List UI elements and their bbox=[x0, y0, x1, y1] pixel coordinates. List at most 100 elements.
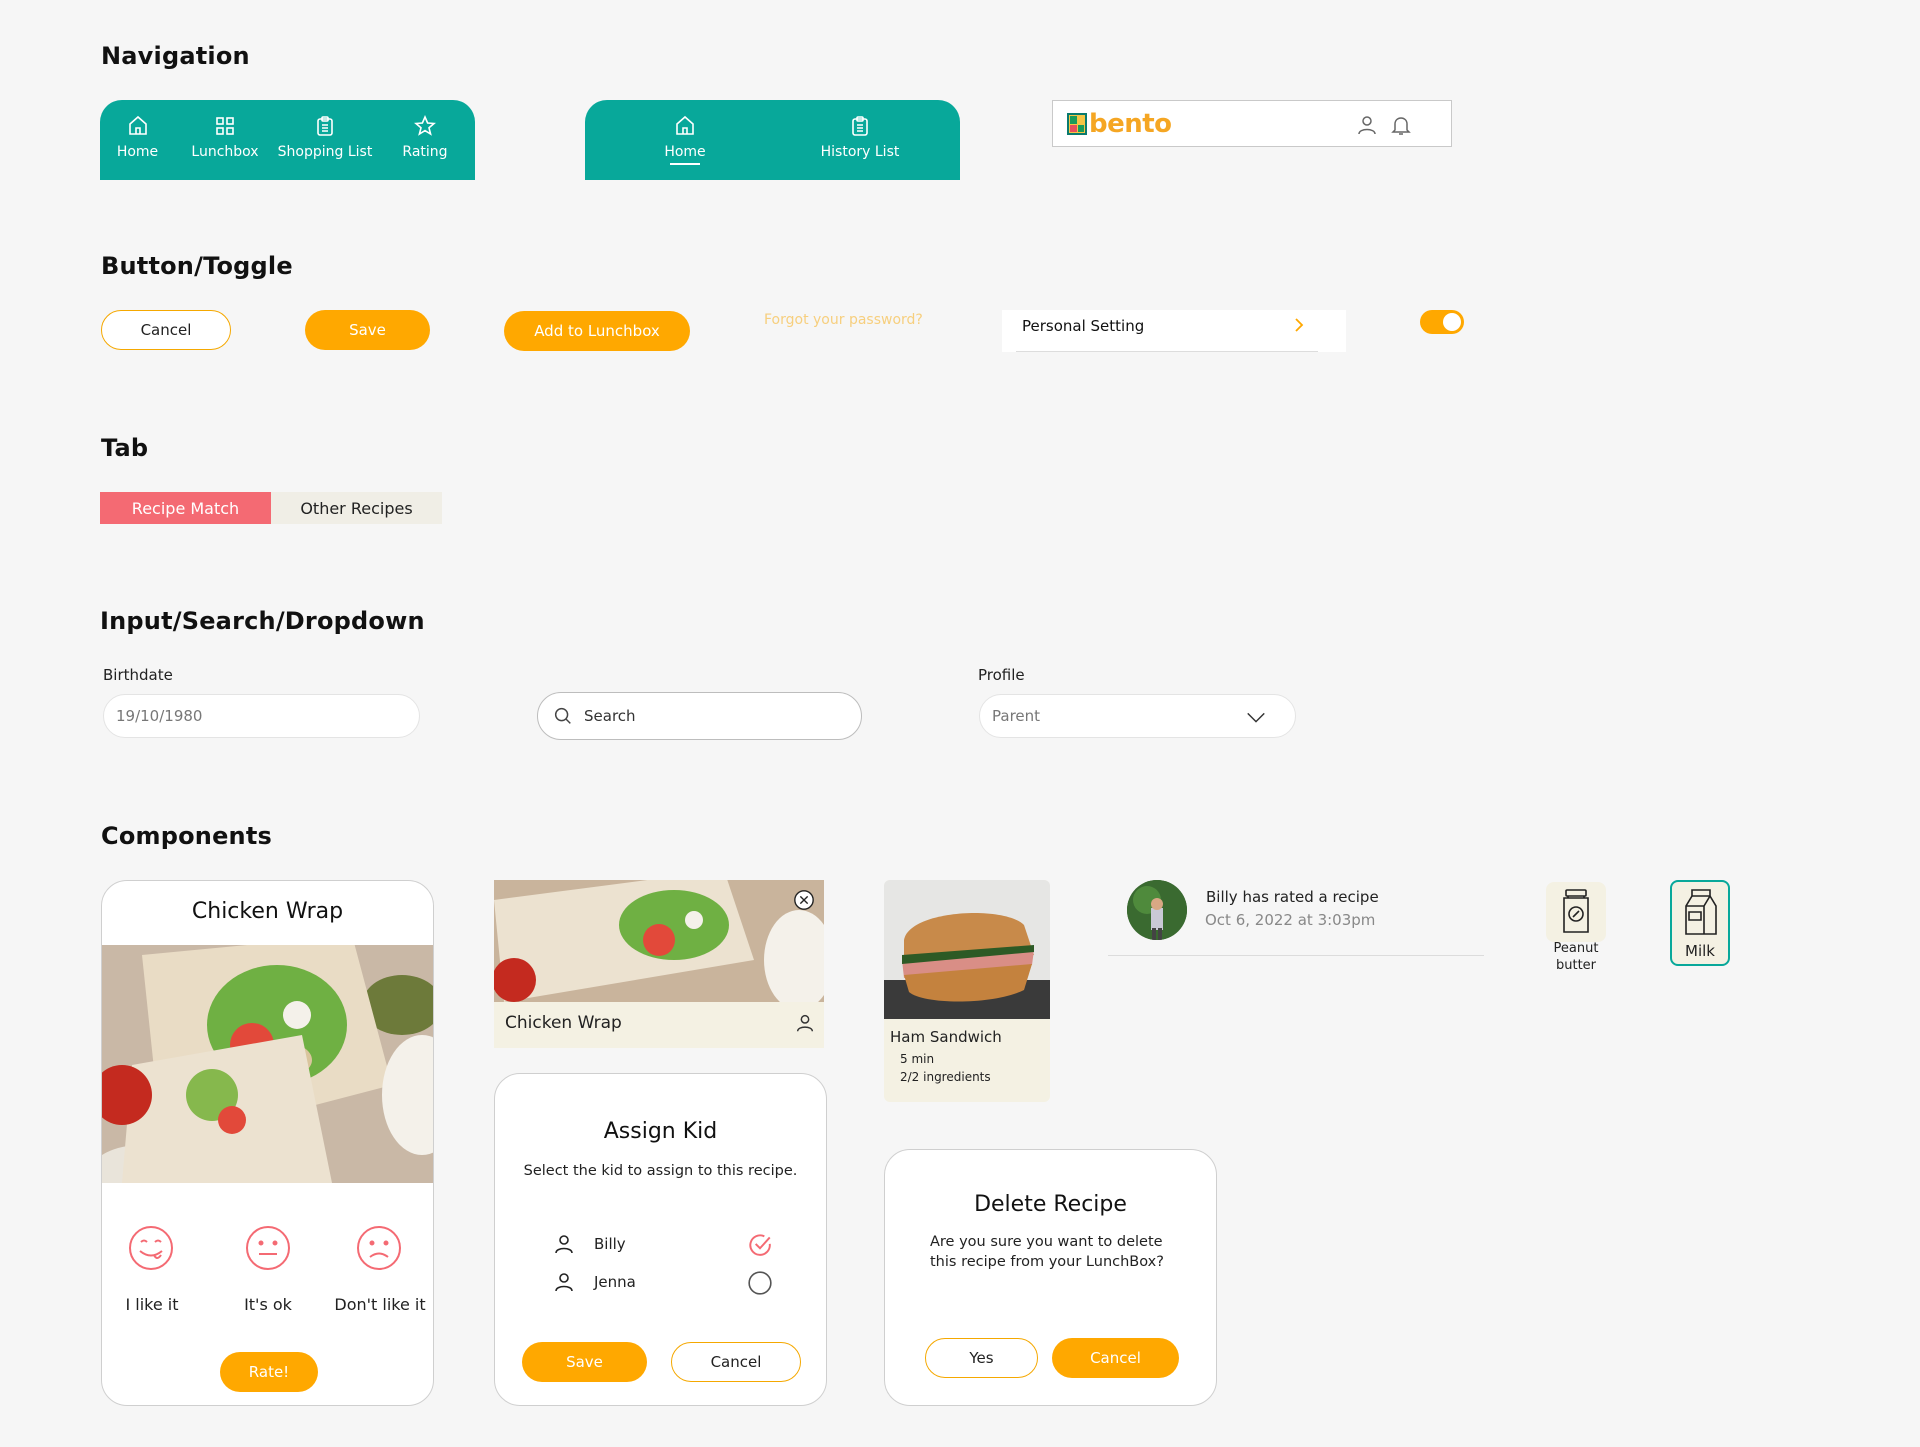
delete-message-line: this recipe from your LunchBox? bbox=[930, 1254, 1164, 1270]
user-icon bbox=[555, 1235, 573, 1254]
clipboard-icon bbox=[852, 116, 868, 136]
ham-sandwich-image bbox=[884, 880, 1050, 1019]
clipboard-icon bbox=[317, 116, 333, 136]
profile-label: Profile bbox=[978, 666, 1025, 684]
kid-name: Jenna bbox=[594, 1273, 636, 1291]
nav-item-label: Lunchbox bbox=[191, 144, 259, 160]
ingredient-label-line: butter bbox=[1555, 958, 1597, 973]
recipe-card-title: Chicken Wrap bbox=[505, 1013, 622, 1033]
divider bbox=[1108, 955, 1484, 956]
cancel-button[interactable]: Cancel bbox=[671, 1342, 801, 1382]
delete-recipe-dialog: Delete Recipe Are you sure you want to d… bbox=[884, 1149, 1217, 1406]
personal-setting-row[interactable]: Personal Setting bbox=[1002, 310, 1346, 352]
ingredient-label: Peanut butter bbox=[1536, 940, 1616, 974]
bottom-nav-bar-parent: Home History List bbox=[585, 100, 960, 180]
assign-kid-subtitle: Select the kid to assign to this recipe. bbox=[523, 1163, 798, 1179]
nav-item-shopping-list[interactable]: Shopping List bbox=[275, 100, 375, 180]
nav-item-label: Home bbox=[116, 144, 159, 160]
nav-item-home[interactable]: Home bbox=[100, 100, 175, 180]
avatar bbox=[1127, 880, 1187, 940]
like-it-label: I like it bbox=[125, 1295, 179, 1314]
search-input[interactable]: Search bbox=[537, 692, 862, 740]
ingredient-label-line: Peanut bbox=[1553, 941, 1599, 956]
profile-dropdown[interactable]: Parent bbox=[979, 694, 1296, 738]
home-icon bbox=[128, 115, 147, 135]
home-icon bbox=[676, 115, 694, 135]
recipe-ingredients-count: 2/2 ingredients bbox=[900, 1070, 991, 1084]
nav-item-label: History List bbox=[820, 144, 900, 160]
bento-logo-text: bento bbox=[1089, 109, 1172, 139]
assign-kid-dialog: Assign Kid Select the kid to assign to t… bbox=[494, 1073, 827, 1406]
nav-item-label: Shopping List bbox=[277, 144, 373, 160]
delete-recipe-title: Delete Recipe bbox=[974, 1192, 1127, 1217]
sad-face-icon[interactable] bbox=[355, 1224, 403, 1272]
delete-message-line: Are you sure you want to delete bbox=[930, 1234, 1163, 1250]
user-icon bbox=[555, 1273, 573, 1292]
ingredient-tile-peanut-butter[interactable] bbox=[1546, 882, 1606, 942]
jar-icon bbox=[1563, 889, 1589, 933]
cancel-button[interactable]: Cancel bbox=[101, 310, 231, 350]
section-title-navigation: Navigation bbox=[101, 42, 250, 70]
its-ok-label: It's ok bbox=[244, 1295, 292, 1314]
tab-recipe-match[interactable]: Recipe Match bbox=[100, 492, 271, 524]
neutral-face-icon[interactable] bbox=[244, 1224, 292, 1272]
nav-item-rating[interactable]: Rating bbox=[375, 100, 475, 180]
chevron-right-icon bbox=[1295, 318, 1304, 332]
nav-item-lunchbox[interactable]: Lunchbox bbox=[175, 100, 275, 180]
birthdate-field[interactable]: 19/10/1980 bbox=[103, 694, 420, 738]
grid-icon bbox=[216, 117, 234, 135]
bell-icon[interactable] bbox=[1389, 113, 1413, 141]
checked-circle-icon[interactable] bbox=[747, 1232, 773, 1258]
personal-setting-label: Personal Setting bbox=[1022, 317, 1145, 335]
nav-item-label: Rating bbox=[402, 144, 448, 160]
app-header-bar: bento bbox=[1052, 100, 1452, 147]
yes-button[interactable]: Yes bbox=[925, 1338, 1038, 1378]
chicken-wrap-image bbox=[102, 945, 433, 1183]
close-icon[interactable] bbox=[793, 889, 815, 911]
chevron-down-icon bbox=[1247, 712, 1265, 723]
divider bbox=[1016, 351, 1318, 352]
section-title-tab: Tab bbox=[101, 434, 149, 462]
nav-item-label: Home bbox=[664, 144, 706, 160]
profile-value: Parent bbox=[992, 707, 1041, 725]
kid-row-jenna[interactable]: Jenna bbox=[552, 1270, 636, 1294]
add-to-lunchbox-button[interactable]: Add to Lunchbox bbox=[504, 311, 690, 351]
notification-time: Oct 6, 2022 at 3:03pm bbox=[1205, 911, 1376, 929]
user-icon[interactable] bbox=[794, 1012, 816, 1034]
delete-recipe-message: Are you sure you want to delete this rec… bbox=[930, 1232, 1164, 1272]
ingredient-tile-milk[interactable]: Milk bbox=[1670, 880, 1730, 966]
save-button[interactable]: Save bbox=[305, 310, 430, 350]
toggle-switch[interactable] bbox=[1420, 310, 1464, 334]
forgot-password-link[interactable]: Forgot your password? bbox=[764, 312, 923, 328]
user-icon[interactable] bbox=[1355, 113, 1379, 141]
chicken-wrap-thumb bbox=[494, 880, 824, 1002]
recipe-card-ham-sandwich[interactable]: Ham Sandwich 5 min 2/2 ingredients bbox=[884, 880, 1050, 1102]
kid-name: Billy bbox=[594, 1235, 626, 1253]
milk-carton-icon bbox=[1685, 889, 1717, 935]
recipe-card-small[interactable]: Chicken Wrap bbox=[494, 880, 824, 1048]
recipe-time: 5 min bbox=[900, 1052, 935, 1066]
rating-card-title: Chicken Wrap bbox=[191, 899, 344, 924]
bento-logo[interactable]: bento bbox=[1067, 109, 1172, 139]
tab-other-recipes[interactable]: Other Recipes bbox=[271, 492, 442, 524]
tongue-out-face-icon[interactable] bbox=[127, 1224, 175, 1272]
search-icon bbox=[554, 707, 571, 724]
unchecked-circle-icon[interactable] bbox=[747, 1270, 773, 1296]
notification-item[interactable]: Billy has rated a recipe Oct 6, 2022 at … bbox=[1108, 880, 1484, 956]
nav-item-home[interactable]: Home bbox=[585, 100, 785, 180]
birthdate-label: Birthdate bbox=[103, 666, 173, 684]
section-title-inputs: Input/Search/Dropdown bbox=[100, 607, 425, 635]
rate-button[interactable]: Rate! bbox=[220, 1352, 318, 1392]
kid-row-billy[interactable]: Billy bbox=[552, 1232, 626, 1256]
save-button[interactable]: Save bbox=[522, 1342, 647, 1382]
bottom-nav-bar: Home Lunchbox Shopping List Rating bbox=[100, 100, 475, 180]
search-placeholder: Search bbox=[584, 707, 636, 725]
bento-logo-icon bbox=[1067, 113, 1087, 135]
birthdate-value: 19/10/1980 bbox=[116, 707, 203, 725]
nav-item-history-list[interactable]: History List bbox=[785, 100, 935, 180]
active-indicator bbox=[670, 163, 700, 165]
dont-like-it-label: Don't like it bbox=[334, 1295, 426, 1314]
cancel-button[interactable]: Cancel bbox=[1052, 1338, 1179, 1378]
assign-kid-title: Assign Kid bbox=[603, 1119, 718, 1144]
toggle-knob bbox=[1443, 313, 1461, 331]
